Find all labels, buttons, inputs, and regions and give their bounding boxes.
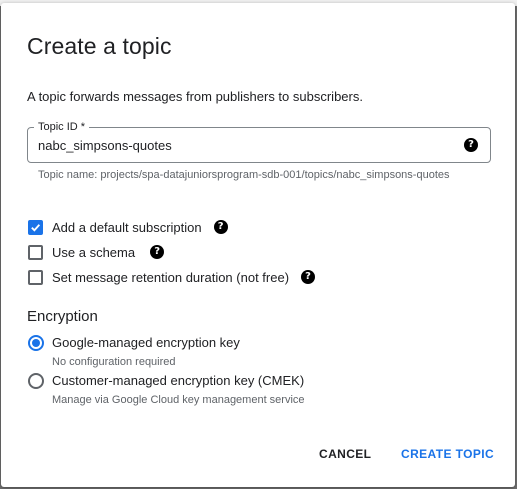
create-topic-dialog: Create a topic A topic forwards messages… [1, 3, 515, 487]
radio-selected[interactable] [28, 335, 44, 351]
radio-sublabel: Manage via Google Cloud key management s… [52, 394, 305, 406]
dialog-title: Create a topic [27, 33, 172, 59]
check-icon [31, 223, 41, 232]
checkbox-unchecked[interactable] [28, 244, 43, 260]
radio-label: Customer-managed encryption key (CMEK) [52, 373, 305, 388]
option-use-schema[interactable]: Use a schema ? [28, 243, 165, 261]
checkbox-checked[interactable] [28, 219, 43, 235]
help-icon[interactable]: ? [301, 270, 316, 284]
topic-id-field[interactable]: Topic ID * ? [27, 121, 491, 163]
radio-sublabel: No configuration required [52, 356, 176, 368]
option-default-subscription[interactable]: Add a default subscription ? [28, 218, 228, 236]
help-icon[interactable]: ? [213, 220, 228, 234]
radio-label: Google-managed encryption key [52, 335, 240, 350]
cancel-button[interactable]: CANCEL [319, 447, 371, 461]
dialog-description: A topic forwards messages from publisher… [27, 89, 363, 104]
topic-id-input[interactable] [38, 138, 458, 153]
help-icon[interactable]: ? [464, 138, 478, 152]
create-topic-button[interactable]: CREATE TOPIC [401, 447, 494, 461]
option-message-retention[interactable]: Set message retention duration (not free… [28, 268, 316, 286]
encryption-title: Encryption [27, 308, 98, 325]
encryption-customer-managed[interactable]: Customer-managed encryption key (CMEK) M… [28, 373, 305, 407]
help-icon[interactable]: ? [150, 245, 165, 259]
topic-name-hint: Topic name: projects/spa-datajuniorsprog… [38, 169, 450, 181]
checkbox-unchecked[interactable] [28, 269, 43, 285]
topic-id-label: Topic ID * [34, 121, 90, 133]
option-label: Set message retention duration (not free… [52, 269, 290, 285]
option-label: Use a schema [52, 244, 136, 260]
encryption-google-managed[interactable]: Google-managed encryption key No configu… [28, 335, 240, 369]
radio-unselected[interactable] [28, 373, 44, 389]
option-label: Add a default subscription [52, 219, 202, 235]
